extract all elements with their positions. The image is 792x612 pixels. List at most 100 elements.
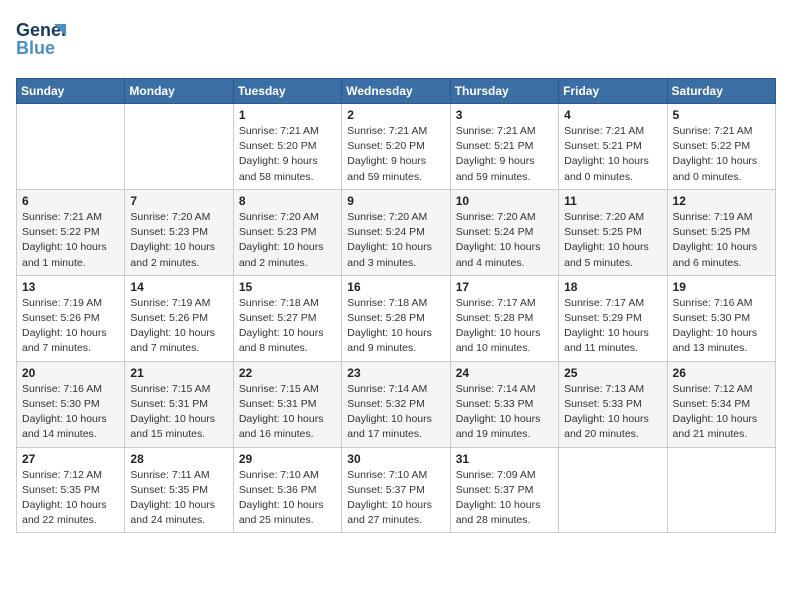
day-info: Sunrise: 7:16 AM Sunset: 5:30 PM Dayligh…: [22, 382, 119, 443]
calendar-week-row: 1 Sunrise: 7:21 AM Sunset: 5:20 PM Daylig…: [17, 104, 776, 190]
day-info: Sunrise: 7:21 AM Sunset: 5:20 PM Dayligh…: [347, 124, 444, 185]
day-number: 30: [347, 452, 444, 466]
weekday-header-monday: Monday: [125, 79, 233, 104]
calendar-cell: 4Sunrise: 7:21 AM Sunset: 5:21 PM Daylig…: [559, 104, 667, 190]
day-number: 29: [239, 452, 336, 466]
weekday-header-thursday: Thursday: [450, 79, 558, 104]
calendar-cell: 10 Sunrise: 7:20 AM Sunset: 5:24 PM Dayli…: [450, 189, 558, 275]
day-number: 14: [130, 280, 227, 294]
day-info: Sunrise: 7:20 AM Sunset: 5:24 PM Dayligh…: [456, 210, 553, 271]
day-number: 18: [564, 280, 661, 294]
calendar-cell: 18 Sunrise: 7:17 AM Sunset: 5:29 PM Dayli…: [559, 275, 667, 361]
day-info: Sunrise: 7:21 AM Sunset: 5:22 PM Dayligh…: [673, 124, 770, 185]
calendar-cell: 31 Sunrise: 7:09 AM Sunset: 5:37 PM Dayli…: [450, 447, 558, 533]
day-number: 17: [456, 280, 553, 294]
calendar-table: SundayMondayTuesdayWednesdayThursdayFrid…: [16, 78, 776, 533]
day-number: 15: [239, 280, 336, 294]
calendar-cell: 3 Sunrise: 7:21 AM Sunset: 5:21 PM Daylig…: [450, 104, 558, 190]
day-info: Sunrise: 7:20 AM Sunset: 5:24 PM Dayligh…: [347, 210, 444, 271]
calendar-cell: 7 Sunrise: 7:20 AM Sunset: 5:23 PM Daylig…: [125, 189, 233, 275]
calendar-cell: 9Sunrise: 7:20 AM Sunset: 5:24 PM Daylig…: [342, 189, 450, 275]
day-number: 12: [673, 194, 770, 208]
day-info: Sunrise: 7:10 AM Sunset: 5:37 PM Dayligh…: [347, 468, 444, 529]
calendar-cell: 5 Sunrise: 7:21 AM Sunset: 5:22 PM Daylig…: [667, 104, 775, 190]
day-number: 31: [456, 452, 553, 466]
calendar-body: 1 Sunrise: 7:21 AM Sunset: 5:20 PM Daylig…: [17, 104, 776, 533]
svg-text:Blue: Blue: [16, 38, 55, 58]
day-number: 4: [564, 108, 661, 122]
day-info: Sunrise: 7:09 AM Sunset: 5:37 PM Dayligh…: [456, 468, 553, 529]
day-number: 13: [22, 280, 119, 294]
calendar-cell: 21 Sunrise: 7:15 AM Sunset: 5:31 PM Dayli…: [125, 361, 233, 447]
logo-icon: General Blue: [16, 16, 66, 66]
day-info: Sunrise: 7:19 AM Sunset: 5:25 PM Dayligh…: [673, 210, 770, 271]
day-info: Sunrise: 7:12 AM Sunset: 5:34 PM Dayligh…: [673, 382, 770, 443]
day-info: Sunrise: 7:21 AM Sunset: 5:20 PM Dayligh…: [239, 124, 336, 185]
day-info: Sunrise: 7:16 AM Sunset: 5:30 PM Dayligh…: [673, 296, 770, 357]
day-number: 23: [347, 366, 444, 380]
day-number: 7: [130, 194, 227, 208]
day-number: 3: [456, 108, 553, 122]
calendar-cell: 14 Sunrise: 7:19 AM Sunset: 5:26 PM Dayli…: [125, 275, 233, 361]
calendar-cell: 24 Sunrise: 7:14 AM Sunset: 5:33 PM Dayli…: [450, 361, 558, 447]
day-info: Sunrise: 7:19 AM Sunset: 5:26 PM Dayligh…: [22, 296, 119, 357]
day-info: Sunrise: 7:14 AM Sunset: 5:33 PM Dayligh…: [456, 382, 553, 443]
day-info: Sunrise: 7:12 AM Sunset: 5:35 PM Dayligh…: [22, 468, 119, 529]
logo: General Blue: [16, 16, 66, 66]
weekday-header-saturday: Saturday: [667, 79, 775, 104]
day-number: 1: [239, 108, 336, 122]
day-number: 11: [564, 194, 661, 208]
page-header: General Blue: [16, 16, 776, 66]
day-number: 22: [239, 366, 336, 380]
day-number: 21: [130, 366, 227, 380]
day-info: Sunrise: 7:21 AM Sunset: 5:22 PM Dayligh…: [22, 210, 119, 271]
day-number: 24: [456, 366, 553, 380]
day-info: Sunrise: 7:18 AM Sunset: 5:27 PM Dayligh…: [239, 296, 336, 357]
calendar-cell: 27 Sunrise: 7:12 AM Sunset: 5:35 PM Dayli…: [17, 447, 125, 533]
calendar-week-row: 20Sunrise: 7:16 AM Sunset: 5:30 PM Dayli…: [17, 361, 776, 447]
calendar-cell: 28 Sunrise: 7:11 AM Sunset: 5:35 PM Dayli…: [125, 447, 233, 533]
calendar-cell: 8Sunrise: 7:20 AM Sunset: 5:23 PM Daylig…: [233, 189, 341, 275]
day-number: 6: [22, 194, 119, 208]
calendar-cell: 13 Sunrise: 7:19 AM Sunset: 5:26 PM Dayli…: [17, 275, 125, 361]
day-number: 26: [673, 366, 770, 380]
calendar-cell: 30 Sunrise: 7:10 AM Sunset: 5:37 PM Dayli…: [342, 447, 450, 533]
day-info: Sunrise: 7:18 AM Sunset: 5:28 PM Dayligh…: [347, 296, 444, 357]
day-info: Sunrise: 7:19 AM Sunset: 5:26 PM Dayligh…: [130, 296, 227, 357]
day-info: Sunrise: 7:17 AM Sunset: 5:29 PM Dayligh…: [564, 296, 661, 357]
day-info: Sunrise: 7:11 AM Sunset: 5:35 PM Dayligh…: [130, 468, 227, 529]
calendar-cell: 29 Sunrise: 7:10 AM Sunset: 5:36 PM Dayli…: [233, 447, 341, 533]
calendar-header-row: SundayMondayTuesdayWednesdayThursdayFrid…: [17, 79, 776, 104]
day-number: 8: [239, 194, 336, 208]
calendar-cell: 15 Sunrise: 7:18 AM Sunset: 5:27 PM Dayli…: [233, 275, 341, 361]
day-info: Sunrise: 7:21 AM Sunset: 5:21 PM Dayligh…: [456, 124, 553, 185]
day-info: Sunrise: 7:20 AM Sunset: 5:23 PM Dayligh…: [130, 210, 227, 271]
day-info: Sunrise: 7:13 AM Sunset: 5:33 PM Dayligh…: [564, 382, 661, 443]
calendar-cell: 12 Sunrise: 7:19 AM Sunset: 5:25 PM Dayli…: [667, 189, 775, 275]
day-info: Sunrise: 7:20 AM Sunset: 5:25 PM Dayligh…: [564, 210, 661, 271]
day-info: Sunrise: 7:15 AM Sunset: 5:31 PM Dayligh…: [130, 382, 227, 443]
day-number: 10: [456, 194, 553, 208]
svg-text:General: General: [16, 20, 66, 40]
day-number: 5: [673, 108, 770, 122]
weekday-header-sunday: Sunday: [17, 79, 125, 104]
calendar-week-row: 6 Sunrise: 7:21 AM Sunset: 5:22 PM Daylig…: [17, 189, 776, 275]
weekday-header-tuesday: Tuesday: [233, 79, 341, 104]
weekday-header-friday: Friday: [559, 79, 667, 104]
calendar-cell: 20Sunrise: 7:16 AM Sunset: 5:30 PM Dayli…: [17, 361, 125, 447]
day-info: Sunrise: 7:17 AM Sunset: 5:28 PM Dayligh…: [456, 296, 553, 357]
day-info: Sunrise: 7:15 AM Sunset: 5:31 PM Dayligh…: [239, 382, 336, 443]
calendar-cell: [667, 447, 775, 533]
calendar-cell: 2Sunrise: 7:21 AM Sunset: 5:20 PM Daylig…: [342, 104, 450, 190]
calendar-week-row: 13 Sunrise: 7:19 AM Sunset: 5:26 PM Dayli…: [17, 275, 776, 361]
day-number: 28: [130, 452, 227, 466]
weekday-header-wednesday: Wednesday: [342, 79, 450, 104]
calendar-cell: [559, 447, 667, 533]
calendar-cell: [17, 104, 125, 190]
day-number: 27: [22, 452, 119, 466]
day-info: Sunrise: 7:10 AM Sunset: 5:36 PM Dayligh…: [239, 468, 336, 529]
calendar-cell: 11 Sunrise: 7:20 AM Sunset: 5:25 PM Dayli…: [559, 189, 667, 275]
day-number: 19: [673, 280, 770, 294]
calendar-cell: 6 Sunrise: 7:21 AM Sunset: 5:22 PM Daylig…: [17, 189, 125, 275]
day-number: 16: [347, 280, 444, 294]
